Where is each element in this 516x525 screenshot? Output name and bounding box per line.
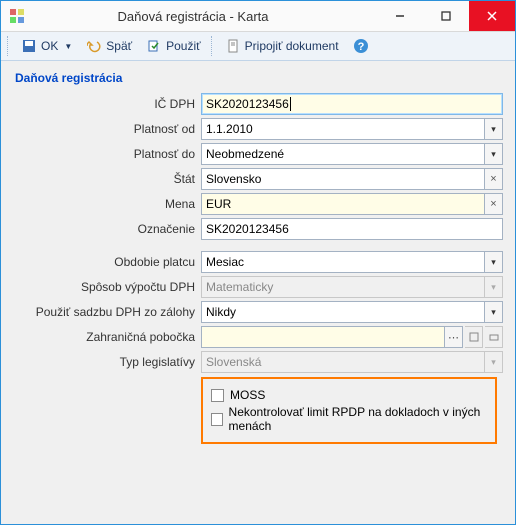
toolbar: OK ▼ Späť Použiť Pripojiť dokument ? <box>1 32 515 61</box>
tax-registration-card-window: Daňová registrácia - Karta OK ▼ Späť Pou… <box>0 0 516 525</box>
highlight-box: MOSS Nekontrolovať limit RPDP na doklado… <box>201 377 497 444</box>
input-sposob: Matematicky <box>201 276 485 298</box>
label-pouzit-sadzbu: Použiť sadzbu DPH zo zálohy <box>13 305 201 319</box>
input-oznacenie[interactable]: SK2020123456 <box>201 218 503 240</box>
use-button[interactable]: Použiť <box>140 36 207 56</box>
toolbar-separator <box>211 36 215 56</box>
chevron-down-icon: ▼ <box>64 42 72 51</box>
minimize-button[interactable] <box>377 1 423 31</box>
attach-label: Pripojiť dokument <box>245 39 339 53</box>
extra1-zahran[interactable] <box>465 326 483 348</box>
input-ic-dph[interactable]: SK2020123456 <box>201 93 503 115</box>
label-typ-leg: Typ legislatívy <box>13 355 201 369</box>
undo-icon <box>86 38 102 54</box>
attach-icon <box>225 38 241 54</box>
checkbox-moss[interactable] <box>211 389 224 402</box>
input-zahran[interactable] <box>201 326 445 348</box>
toolbar-grip <box>7 36 11 56</box>
use-label: Použiť <box>166 39 201 53</box>
clear-mena[interactable]: × <box>485 193 503 215</box>
label-mena: Mena <box>13 197 201 211</box>
dropdown-sposob: ▾ <box>485 276 503 298</box>
help-button[interactable]: ? <box>347 36 375 56</box>
window-controls <box>377 1 515 31</box>
dropdown-platnost-od[interactable]: ▾ <box>485 118 503 140</box>
extra2-zahran[interactable] <box>485 326 503 348</box>
close-button[interactable] <box>469 1 515 31</box>
input-stat[interactable]: Slovensko <box>201 168 485 190</box>
attach-document-button[interactable]: Pripojiť dokument <box>219 36 345 56</box>
checkbox-nekontrolovat[interactable] <box>211 413 223 426</box>
label-stat: Štát <box>13 172 201 186</box>
label-zahran: Zahraničná pobočka <box>13 330 201 344</box>
label-moss: MOSS <box>230 388 265 402</box>
section-title: Daňová registrácia <box>15 71 503 85</box>
form-content: Daňová registrácia IČ DPH SK2020123456 P… <box>1 61 515 524</box>
input-mena[interactable]: EUR <box>201 193 485 215</box>
label-platnost-do: Platnosť do <box>13 147 201 161</box>
input-typ-leg: Slovenská <box>201 351 485 373</box>
clear-stat[interactable]: × <box>485 168 503 190</box>
help-icon: ? <box>353 38 369 54</box>
dropdown-pouzit-sadzbu[interactable]: ▾ <box>485 301 503 323</box>
input-platnost-do[interactable]: Neobmedzené <box>201 143 485 165</box>
input-obdobie[interactable]: Mesiac <box>201 251 485 273</box>
dropdown-obdobie[interactable]: ▾ <box>485 251 503 273</box>
maximize-button[interactable] <box>423 1 469 31</box>
apply-icon <box>146 38 162 54</box>
window-title: Daňová registrácia - Karta <box>9 9 377 24</box>
label-sposob: Spôsob výpočtu DPH <box>13 280 201 294</box>
back-label: Späť <box>106 39 132 53</box>
svg-text:?: ? <box>357 41 364 53</box>
back-button[interactable]: Späť <box>80 36 138 56</box>
titlebar: Daňová registrácia - Karta <box>1 1 515 32</box>
dropdown-platnost-do[interactable]: ▾ <box>485 143 503 165</box>
label-oznacenie: Označenie <box>13 222 201 236</box>
label-nekontrolovat: Nekontrolovať limit RPDP na dokladoch v … <box>229 405 487 433</box>
label-ic-dph: IČ DPH <box>13 97 201 111</box>
ok-label: OK <box>41 39 58 53</box>
input-pouzit-sadzbu[interactable]: Nikdy <box>201 301 485 323</box>
lookup-zahran[interactable]: ⋯ <box>445 326 463 348</box>
label-obdobie: Obdobie platcu <box>13 255 201 269</box>
label-platnost-od: Platnosť od <box>13 122 201 136</box>
dropdown-typ-leg: ▾ <box>485 351 503 373</box>
input-platnost-od[interactable]: 1.1.2010 <box>201 118 485 140</box>
ok-button[interactable]: OK ▼ <box>15 36 78 56</box>
save-icon <box>21 38 37 54</box>
